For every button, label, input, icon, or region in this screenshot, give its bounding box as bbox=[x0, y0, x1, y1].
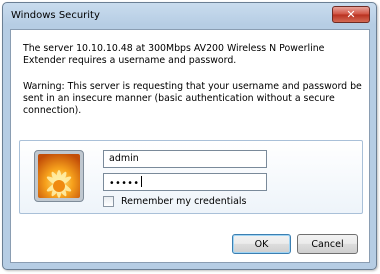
password-field[interactable]: ••••• bbox=[103, 173, 267, 191]
remember-credentials-option[interactable]: Remember my credentials bbox=[103, 196, 247, 207]
dialog-body: The server 10.10.10.48 at 300Mbps AV200 … bbox=[10, 29, 370, 263]
user-picture bbox=[34, 150, 84, 202]
remember-label: Remember my credentials bbox=[121, 196, 247, 207]
flower-user-tile-icon bbox=[38, 154, 80, 198]
credential-tile: admin ••••• Remember my credentials bbox=[19, 140, 363, 214]
server-message: The server 10.10.10.48 at 300Mbps AV200 … bbox=[23, 43, 325, 66]
password-value: ••••• bbox=[109, 178, 140, 189]
username-field[interactable]: admin bbox=[103, 150, 267, 168]
close-icon: ✕ bbox=[346, 8, 356, 21]
remember-checkbox[interactable] bbox=[103, 196, 114, 207]
dialog-title: Windows Security bbox=[11, 10, 100, 21]
windows-security-dialog: Windows Security ✕ The server 10.10.10.4… bbox=[2, 2, 377, 270]
username-value: admin bbox=[109, 153, 139, 164]
close-button[interactable]: ✕ bbox=[332, 6, 370, 23]
cancel-button[interactable]: Cancel bbox=[297, 234, 358, 254]
title-bar[interactable]: Windows Security ✕ bbox=[3, 3, 376, 29]
ok-button[interactable]: OK bbox=[232, 234, 291, 254]
text-cursor bbox=[140, 176, 142, 187]
warning-message: Warning: This server is requesting that … bbox=[23, 81, 362, 116]
